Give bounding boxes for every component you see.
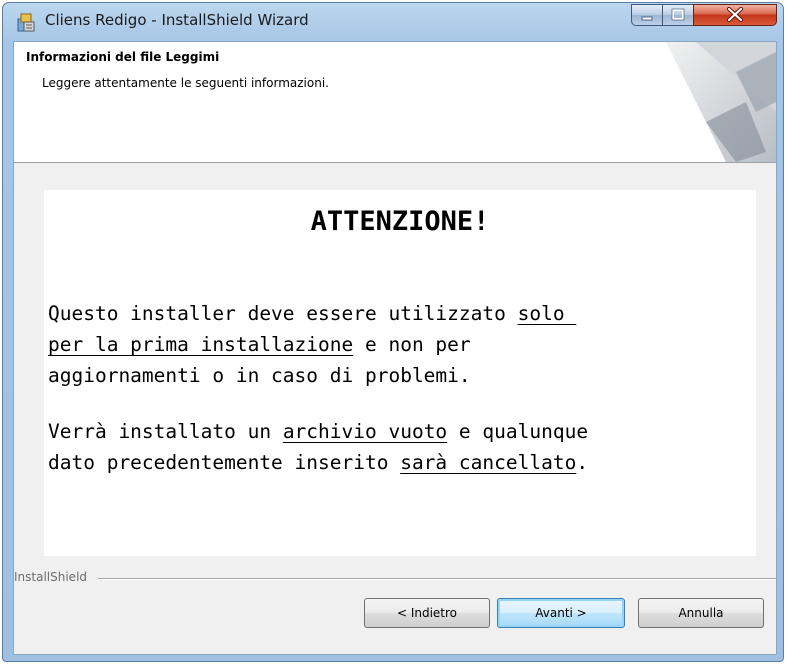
notice-paragraph-2: Verrà installato un archivio vuoto e qua… xyxy=(48,416,588,478)
window-title: Cliens Redigo - InstallShield Wizard xyxy=(45,11,309,29)
notice-underlined-text: archivio vuoto xyxy=(282,420,448,443)
notice-text: dato precedentemente inserito xyxy=(48,451,401,474)
separator-line xyxy=(98,578,776,580)
installer-app-icon xyxy=(17,13,35,32)
wizard-banner-art xyxy=(666,42,776,162)
back-button[interactable]: < Indietro xyxy=(364,598,490,628)
wizard-header: Informazioni del file Leggimi Leggere at… xyxy=(14,42,776,163)
notice-underlined-text: solo xyxy=(517,302,577,325)
title-bar[interactable]: Cliens Redigo - InstallShield Wizard xyxy=(3,3,783,39)
header-subtitle: Leggere attentamente le seguenti informa… xyxy=(42,76,329,90)
notice-underlined-text: per la prima installazione xyxy=(48,333,354,356)
notice-text: Verrà installato un xyxy=(48,420,283,443)
minimize-button[interactable] xyxy=(631,4,663,26)
notice-underlined-text: sarà cancellato xyxy=(400,451,577,474)
installshield-brand-label: InstallShield xyxy=(14,570,88,584)
maximize-button[interactable] xyxy=(662,4,694,26)
notice-text: e qualunque xyxy=(447,420,589,443)
cancel-button[interactable]: Annulla xyxy=(638,598,764,628)
notice-text: aggiornamenti o in caso di problemi. xyxy=(48,364,471,387)
installer-window: Cliens Redigo - InstallShield Wizard Inf… xyxy=(2,2,784,662)
close-icon xyxy=(727,7,743,22)
notice-paragraph-1: Questo installer deve essere utilizzato … xyxy=(48,298,576,391)
next-button[interactable]: Avanti > xyxy=(497,598,625,628)
header-title: Informazioni del file Leggimi xyxy=(26,50,220,64)
wizard-client-area: Informazioni del file Leggimi Leggere at… xyxy=(13,41,777,655)
notice-text: . xyxy=(576,451,589,474)
close-button[interactable] xyxy=(693,4,777,26)
notice-title: ATTENZIONE! xyxy=(310,206,490,237)
notice-text: e non per xyxy=(353,333,471,356)
notice-text: Questo installer deve essere utilizzato xyxy=(48,302,518,325)
maximize-icon xyxy=(671,8,685,21)
minimize-icon xyxy=(641,16,653,21)
readme-panel[interactable]: ATTENZIONE! Questo installer deve essere… xyxy=(44,190,756,556)
brand-separator: InstallShield xyxy=(14,570,776,586)
